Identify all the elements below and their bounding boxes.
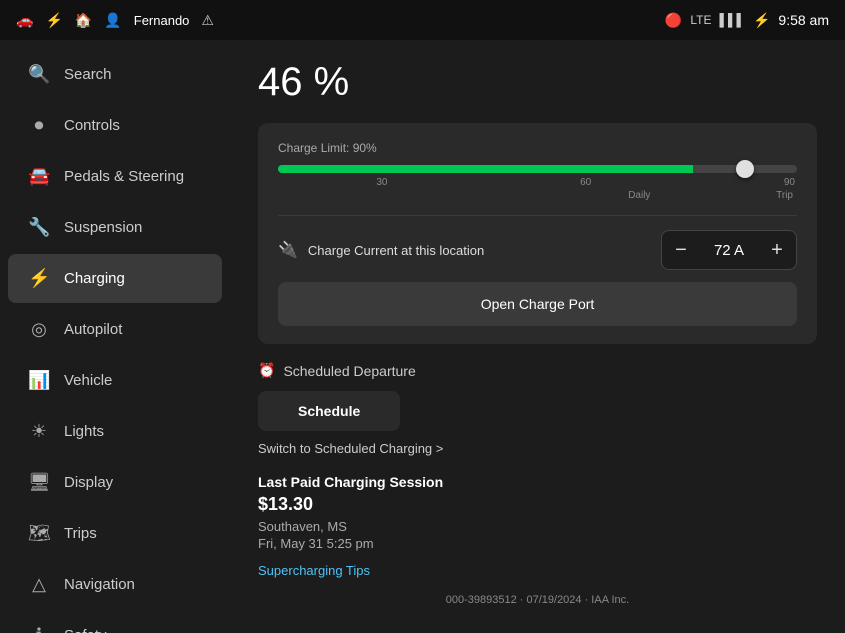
schedule-button[interactable]: Schedule xyxy=(258,391,400,431)
sidebar-item-navigation[interactable]: △ Navigation xyxy=(8,560,222,609)
sidebar-label-suspension: Suspension xyxy=(64,219,142,236)
sidebar-label-navigation: Navigation xyxy=(64,576,135,593)
charge-slider-track[interactable] xyxy=(278,165,797,173)
sidebar: 🔍 Search ⏺ Controls 🚘 Pedals & Steering … xyxy=(0,40,230,633)
last-session-location: Southaven, MS xyxy=(258,519,817,534)
schedule-section: Schedule xyxy=(258,391,817,441)
charge-slider-container[interactable]: 30 60 90 Daily Trip xyxy=(278,165,797,201)
sidebar-item-autopilot[interactable]: ◎ Autopilot xyxy=(8,305,222,354)
suspension-icon: 🔧 xyxy=(28,217,50,238)
sidebar-label-display: Display xyxy=(64,474,113,491)
status-bar: 🚗 ⚡ 🏠 👤 Fernando ⚠ 🔴 LTE ▌▌▌ ⚡ 9:58 am xyxy=(0,0,845,40)
trips-icon: 🗺 xyxy=(28,523,50,544)
charge-current-row: 🔌 Charge Current at this location − 72 A… xyxy=(278,230,797,270)
switch-charging-link[interactable]: Switch to Scheduled Charging > xyxy=(258,441,817,456)
sidebar-label-charging: Charging xyxy=(64,270,125,287)
charge-current-info: 🔌 Charge Current at this location xyxy=(278,240,484,260)
pedals-icon: 🚘 xyxy=(28,166,50,187)
sidebar-item-controls[interactable]: ⏺ Controls xyxy=(8,101,222,150)
car-icon: 🚗 xyxy=(16,12,33,29)
status-bar-left: 🚗 ⚡ 🏠 👤 Fernando ⚠ xyxy=(16,12,214,29)
display-icon: 🖥 xyxy=(28,472,50,493)
sidebar-label-vehicle: Vehicle xyxy=(64,372,112,389)
charging-icon: ⚡ xyxy=(28,268,50,289)
safety-icon: ℹ xyxy=(28,625,50,633)
sidebar-item-trips[interactable]: 🗺 Trips xyxy=(8,509,222,558)
sidebar-item-search[interactable]: 🔍 Search xyxy=(8,50,222,99)
sidebar-item-safety[interactable]: ℹ Safety xyxy=(8,611,222,633)
sidebar-item-display[interactable]: 🖥 Display xyxy=(8,458,222,507)
current-control: − 72 A + xyxy=(661,230,797,270)
record-icon: 🔴 xyxy=(665,12,682,29)
controls-icon: ⏺ xyxy=(28,115,50,136)
sidebar-label-safety: Safety xyxy=(64,627,107,633)
charge-card: Charge Limit: 90% 30 60 90 Daily Trip xyxy=(258,123,817,344)
time-display: 9:58 am xyxy=(778,12,829,28)
sidebar-label-trips: Trips xyxy=(64,525,97,542)
sidebar-item-vehicle[interactable]: 📊 Vehicle xyxy=(8,356,222,405)
sidebar-item-pedals[interactable]: 🚘 Pedals & Steering xyxy=(8,152,222,201)
user-icon: 👤 xyxy=(104,12,121,29)
battery-percentage: 46 % xyxy=(258,60,817,105)
sidebar-label-search: Search xyxy=(64,66,112,83)
vehicle-icon: 📊 xyxy=(28,370,50,391)
slider-daily-trip-labels: Daily Trip xyxy=(278,190,797,201)
bluetooth-icon: ⚡ xyxy=(753,12,770,29)
last-session-amount: $13.30 xyxy=(258,494,817,515)
last-session-title: Last Paid Charging Session xyxy=(258,474,817,490)
user-name: Fernando xyxy=(134,13,190,28)
lte-label: LTE xyxy=(690,13,711,27)
charge-plug-icon: 🔌 xyxy=(278,240,298,260)
last-session-date: Fri, May 31 5:25 pm xyxy=(258,536,817,551)
main-area: 🔍 Search ⏺ Controls 🚘 Pedals & Steering … xyxy=(0,40,845,633)
navigation-icon: △ xyxy=(28,574,50,595)
footer-text: 000-39893512 · 07/19/2024 · IAA Inc. xyxy=(258,594,817,606)
charge-limit-label: Charge Limit: 90% xyxy=(278,141,797,155)
warning-icon: ⚠ xyxy=(201,12,214,29)
charge-slider-thumb[interactable] xyxy=(736,160,754,178)
search-icon: 🔍 xyxy=(28,64,50,85)
lightning-icon: ⚡ xyxy=(45,12,62,29)
content-panel: 46 % Charge Limit: 90% 30 60 90 xyxy=(230,40,845,633)
current-value-display: 72 A xyxy=(700,242,758,259)
sidebar-label-pedals: Pedals & Steering xyxy=(64,168,184,185)
clock-icon: ⏰ xyxy=(258,362,275,379)
charge-current-label: Charge Current at this location xyxy=(308,243,484,258)
slider-markers: 30 60 90 xyxy=(278,177,797,188)
autopilot-icon: ◎ xyxy=(28,319,50,340)
sidebar-item-suspension[interactable]: 🔧 Suspension xyxy=(8,203,222,252)
sidebar-label-controls: Controls xyxy=(64,117,120,134)
supercharging-tips-link[interactable]: Supercharging Tips xyxy=(258,563,817,578)
lights-icon: ☀ xyxy=(28,421,50,442)
signal-bars: ▌▌▌ xyxy=(719,13,745,27)
sidebar-label-autopilot: Autopilot xyxy=(64,321,122,338)
daily-label: Daily xyxy=(628,190,650,201)
open-charge-port-button[interactable]: Open Charge Port xyxy=(278,282,797,326)
charge-slider-fill xyxy=(278,165,693,173)
decrease-current-button[interactable]: − xyxy=(662,231,700,269)
scheduled-departure-header: ⏰ Scheduled Departure xyxy=(258,362,817,379)
sidebar-item-charging[interactable]: ⚡ Charging xyxy=(8,254,222,303)
increase-current-button[interactable]: + xyxy=(758,231,796,269)
trip-label: Trip xyxy=(776,190,793,201)
sidebar-label-lights: Lights xyxy=(64,423,104,440)
sidebar-item-lights[interactable]: ☀ Lights xyxy=(8,407,222,456)
scheduled-departure-label: Scheduled Departure xyxy=(283,363,415,379)
status-bar-right: 🔴 LTE ▌▌▌ ⚡ 9:58 am xyxy=(665,12,829,29)
divider xyxy=(278,215,797,216)
home-icon: 🏠 xyxy=(75,12,92,29)
